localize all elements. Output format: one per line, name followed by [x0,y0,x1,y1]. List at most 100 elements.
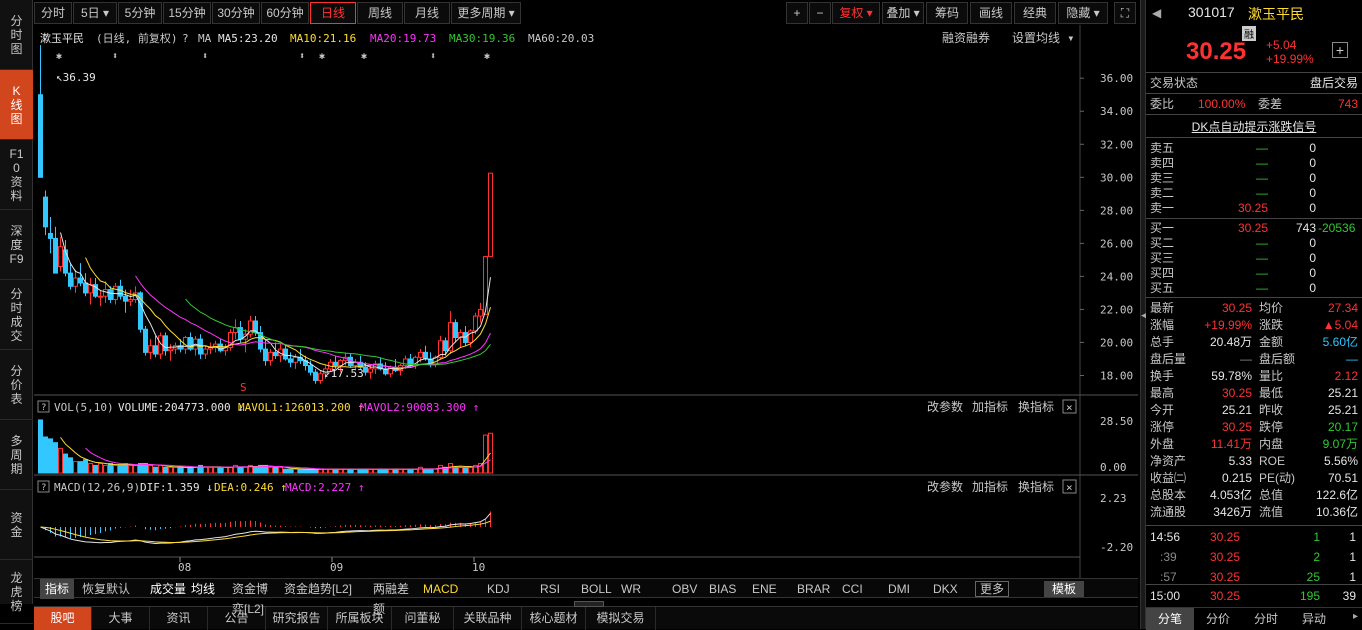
tool-3[interactable]: 画线 [970,2,1012,24]
bottom-tab[interactable]: 资讯 [150,607,208,630]
event-marker-icon[interactable]: ✱ [361,51,367,62]
period-tab[interactable]: 周线 [357,2,403,24]
volume-bar [168,466,173,474]
stat-label: ROE [1259,454,1286,468]
volume-bar [148,464,153,474]
period-tab[interactable]: 日线 [310,2,356,24]
indicator-tab[interactable]: MACD [423,579,458,599]
panel-button[interactable]: 改参数 [927,399,963,414]
dk-signal-link[interactable]: DK点自动提示涨跌信号 [1146,118,1362,135]
stat-label: 均价 [1259,301,1284,315]
event-marker-icon[interactable]: ⬍ [202,51,208,62]
period-tab[interactable]: 5日 ▾ [73,2,117,24]
tool-0[interactable]: 复权 ▾ [832,2,880,24]
tool-2[interactable]: 筹码 [926,2,968,24]
bottom-tab[interactable]: 关联品种 [454,607,522,630]
panel-button[interactable]: 加指标 [972,479,1008,494]
bid-price: — [1256,251,1268,265]
left-nav-item[interactable]: 资金 [0,490,33,560]
indicator-tab[interactable]: DMI [888,579,918,599]
volume-bar [193,466,198,474]
candle-body [313,371,318,381]
indicator-tab[interactable]: 均线 [191,579,221,599]
left-nav-item[interactable]: 深度F9 [0,210,33,280]
quote-tab[interactable]: 分笔 [1146,608,1194,630]
panel-button[interactable]: 加指标 [972,399,1008,414]
quote-tab[interactable]: 分时 [1242,608,1290,630]
event-marker-icon[interactable]: ✱ [484,51,490,62]
panel-button[interactable]: 改参数 [927,479,963,494]
left-nav-item[interactable]: 分时图 [0,0,33,70]
zoom-in-button[interactable]: + [786,2,808,24]
volume-bar [413,468,418,474]
indicator-tab[interactable]: RSI [540,579,566,599]
tool-1[interactable]: 叠加 ▾ [882,2,924,24]
event-marker-icon[interactable]: ✱ [319,51,325,62]
set-ma-button[interactable]: 设置均线 ▾ [1012,31,1074,45]
panel-button[interactable]: 换指标 [1018,479,1054,494]
period-tab[interactable]: 30分钟 [212,2,260,24]
stat-value: 27.34 [1327,301,1358,315]
indicator-tab[interactable]: CCI [842,579,870,599]
left-nav-item[interactable]: 分时成交 [0,280,33,350]
stat-value: 4.053亿 [1209,488,1252,502]
event-marker-icon[interactable]: ✱ [56,51,62,62]
ratio-label: 委比 [1150,97,1175,111]
stat-row: 收益㈡ 0.215 PE(动) 70.51 [1146,470,1362,487]
handle-icon[interactable] [574,601,604,607]
panel-button[interactable]: 换指标 [1018,399,1054,414]
quote-tab[interactable]: 分价 [1194,608,1242,630]
period-tab[interactable]: 15分钟 [163,2,211,24]
fullscreen-icon[interactable]: ⛶ [1114,2,1136,24]
indicator-tab[interactable]: 资金博弈[L2] [232,579,278,616]
indicator-tab[interactable]: ENE [752,579,780,599]
indicator-tab[interactable]: 恢复默认 [82,579,144,599]
indicator-tab[interactable]: BOLL [581,579,617,599]
indicator-tab[interactable]: DKX [933,579,963,599]
left-nav-item[interactable]: 分价表 [0,350,33,420]
bottom-tab[interactable]: 模拟交易 [586,607,656,630]
candle-body [48,232,53,239]
period-tab[interactable]: 分时 [34,2,72,24]
left-nav-item[interactable]: K线图 [0,70,33,140]
bottom-tab[interactable]: 股吧 [34,607,92,630]
indicator-tab[interactable]: 成交量 [150,579,186,599]
indicator-tab[interactable]: BRAR [797,579,831,599]
indicator-tab[interactable]: BIAS [709,579,739,599]
bottom-tab[interactable]: 问董秘 [392,607,454,630]
indicator-tab[interactable]: 更多 [975,581,1009,597]
bottom-tab[interactable]: 大事 [92,607,150,630]
candle-body [363,366,368,373]
period-tab[interactable]: 月线 [404,2,450,24]
indicator-tab[interactable]: 资金趋势[L2] [284,579,366,599]
tool-4[interactable]: 经典 [1014,2,1056,24]
stat-label: 总值 [1259,488,1284,502]
left-nav-item[interactable]: 多周期 [0,420,33,490]
event-marker-icon[interactable]: ⬍ [299,51,305,62]
indicator-tab[interactable]: KDJ [487,579,517,599]
stat-label: 最新 [1150,301,1175,315]
event-marker-icon[interactable]: ⬍ [430,51,436,62]
indicator-tab[interactable]: 模板 [1044,581,1084,597]
event-marker-icon[interactable]: ⬍ [112,51,118,62]
left-nav-item[interactable]: F10资料 [0,140,33,210]
bottom-tab[interactable]: 研究报告 [266,607,328,630]
volume-bar [218,466,223,474]
indicator-tab[interactable]: WR [621,579,647,599]
rzrq-button[interactable]: 融资融券 [942,30,990,45]
indicator-tab[interactable]: OBV [672,579,702,599]
tool-5[interactable]: 隐藏 ▾ [1058,2,1108,24]
quote-tab[interactable]: 异动 [1290,608,1338,630]
bottom-tab[interactable]: 核心题材 [522,607,586,630]
more-arrow-icon[interactable]: ▸ [1353,611,1358,622]
indicator-tab[interactable]: 指标 [40,579,74,599]
period-tab[interactable]: 5分钟 [118,2,162,24]
period-tab[interactable]: 60分钟 [261,2,309,24]
bid-label: 买二 [1150,236,1175,250]
prev-stock-icon[interactable]: ◀ [1152,6,1161,20]
zoom-out-button[interactable]: − [809,2,831,24]
period-tab[interactable]: 更多周期 ▾ [451,2,521,24]
add-watchlist-icon[interactable]: + [1332,42,1348,58]
left-nav-item[interactable]: 龙虎榜 [0,560,33,624]
indicator-tab[interactable]: 两融差额 [373,579,419,616]
